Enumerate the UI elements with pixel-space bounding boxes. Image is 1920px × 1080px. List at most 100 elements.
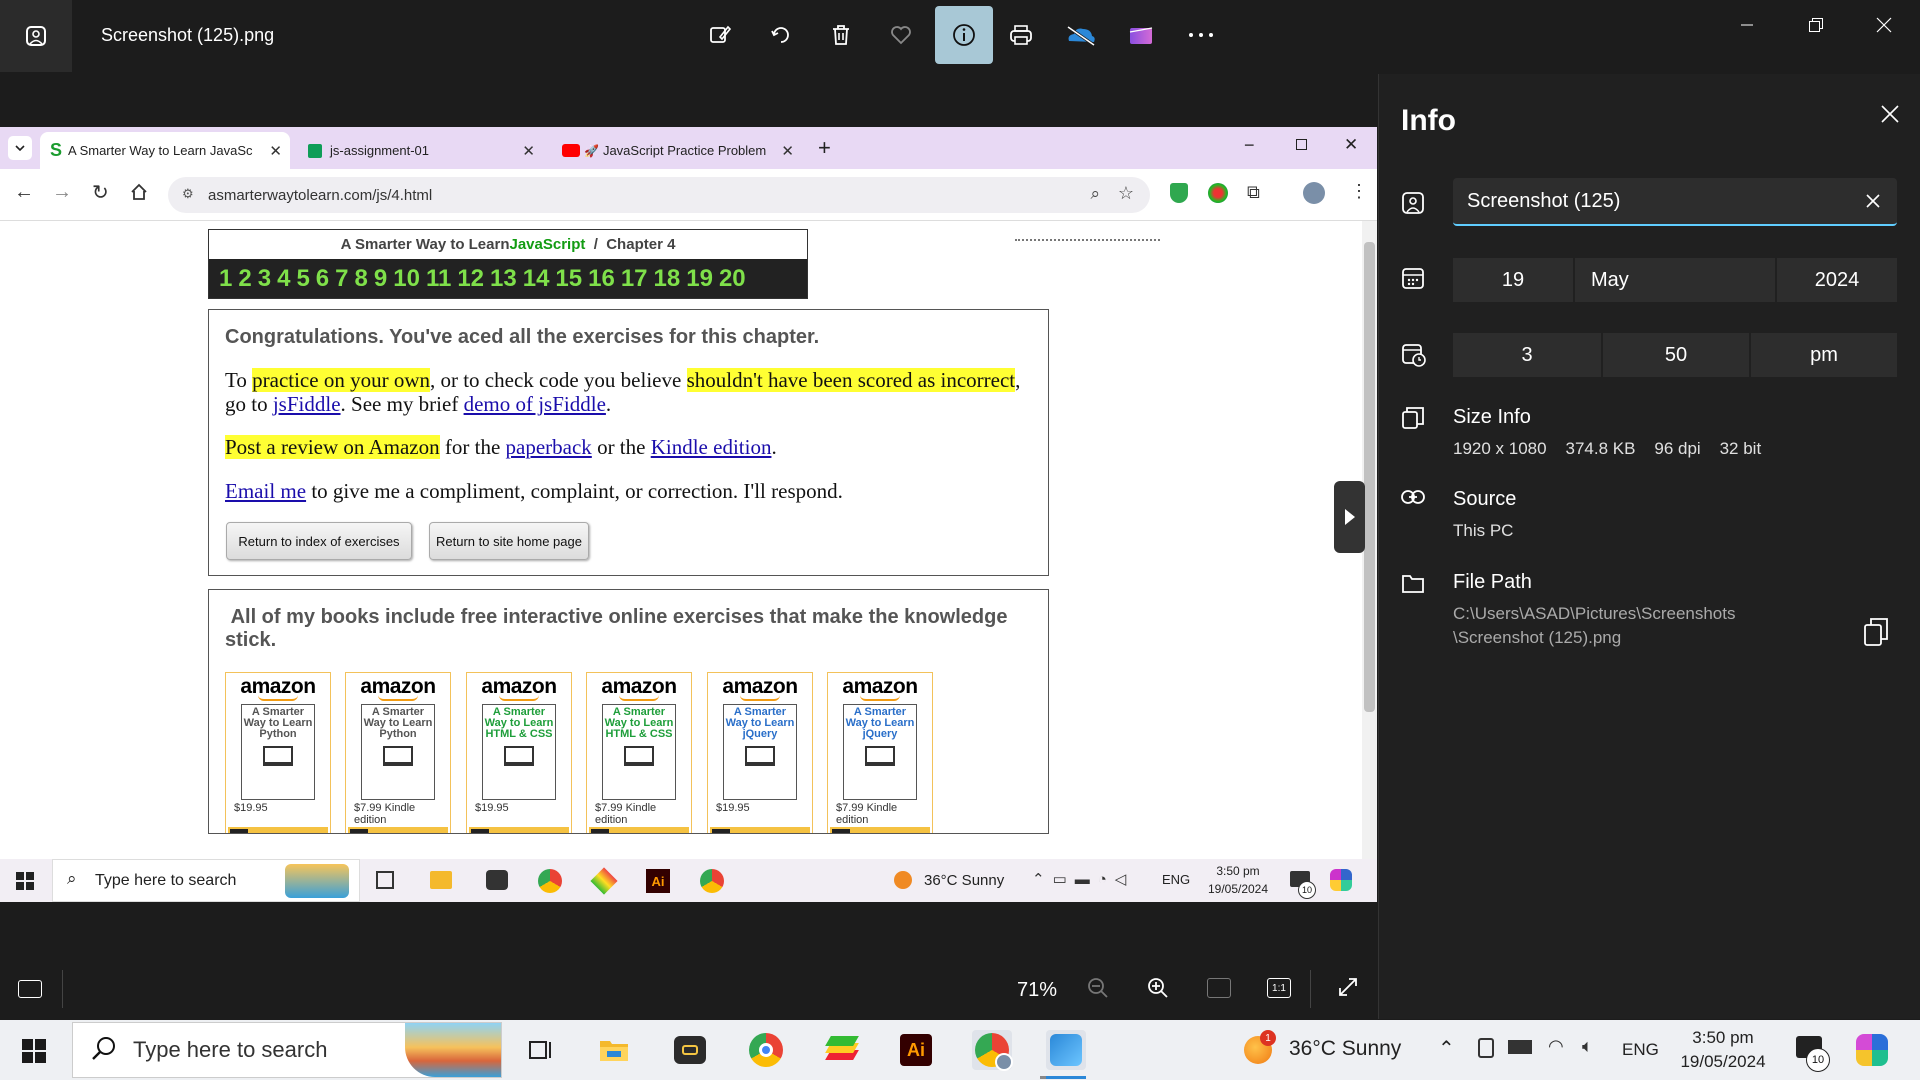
address-bar[interactable]: ⚙ asmarterwaytolearn.com/js/4.html ⌕ ☆ bbox=[168, 177, 1150, 213]
chapter-link[interactable]: 13 bbox=[490, 265, 517, 293]
jsfiddle-link[interactable]: jsFiddle bbox=[273, 392, 341, 416]
bookmark-star-icon[interactable]: ☆ bbox=[1118, 183, 1134, 204]
site-info-icon[interactable]: ⚙ bbox=[182, 186, 194, 202]
browser-minimize-button[interactable]: − bbox=[1244, 135, 1255, 156]
book-card[interactable]: amazon A Smarter Way to Learn Python $7.99… bbox=[345, 672, 451, 833]
fit-to-window-icon[interactable] bbox=[1207, 978, 1231, 998]
book-card[interactable]: amazon A Smarter Way to Learn Python $19.9… bbox=[225, 672, 331, 833]
extensions-puzzle-icon[interactable]: ⧉ bbox=[1247, 182, 1260, 203]
shop-now-button[interactable]: a Shop now bbox=[348, 827, 448, 833]
battery-icon[interactable] bbox=[1508, 1040, 1532, 1054]
start-button[interactable] bbox=[22, 1039, 46, 1068]
chapter-link[interactable]: 20 bbox=[719, 265, 746, 293]
chapter-link[interactable]: 3 bbox=[258, 265, 271, 293]
photos-app-icon[interactable] bbox=[0, 0, 72, 72]
zoom-out-button[interactable] bbox=[1086, 976, 1110, 1005]
favorite-button[interactable] bbox=[876, 10, 926, 60]
language-indicator[interactable]: ENG bbox=[1622, 1040, 1659, 1060]
back-icon[interactable]: ← bbox=[14, 181, 34, 204]
more-button[interactable] bbox=[1176, 10, 1226, 60]
close-info-button[interactable] bbox=[1880, 104, 1900, 129]
print-button[interactable] bbox=[996, 10, 1046, 60]
time-hour-picker[interactable]: 3 bbox=[1453, 333, 1601, 377]
delete-button[interactable] bbox=[816, 10, 866, 60]
book-card[interactable]: amazon A Smarter Way to Learn HTML & CSS $… bbox=[586, 672, 692, 833]
zoom-lens-icon[interactable]: ⌕ bbox=[1090, 184, 1100, 204]
meet-now-icon[interactable] bbox=[1478, 1038, 1494, 1058]
shop-now-button[interactable]: a Shop now bbox=[830, 827, 930, 833]
taskbar-clock[interactable]: 3:50 pm 19/05/2024 bbox=[1668, 1026, 1778, 1074]
adblock-extension-icon[interactable] bbox=[1170, 183, 1188, 203]
chapter-link[interactable]: 18 bbox=[654, 265, 681, 293]
copilot-icon[interactable] bbox=[1856, 1034, 1888, 1066]
zoom-in-button[interactable] bbox=[1146, 976, 1170, 1005]
tab-search-button[interactable] bbox=[8, 136, 32, 160]
volume-icon[interactable]: 🔈︎ bbox=[1582, 1036, 1593, 1057]
chapter-link[interactable]: 16 bbox=[588, 265, 615, 293]
chrome-profile-button[interactable] bbox=[972, 1030, 1013, 1071]
file-explorer-button[interactable] bbox=[594, 1030, 634, 1070]
close-tab-icon[interactable]: ✕ bbox=[522, 142, 535, 160]
book-card[interactable]: amazon A Smarter Way to Learn jQuery $19.9… bbox=[707, 672, 813, 833]
chapter-link[interactable]: 4 bbox=[277, 265, 290, 293]
chapter-link[interactable]: 10 bbox=[393, 265, 420, 293]
chapter-link[interactable]: 11 bbox=[426, 265, 451, 293]
return-home-button[interactable]: Return to site home page bbox=[429, 522, 589, 560]
browser-close-button[interactable]: ✕ bbox=[1344, 135, 1358, 155]
shop-now-button[interactable]: a Shop now bbox=[469, 827, 569, 833]
next-image-button[interactable] bbox=[1334, 481, 1365, 553]
close-window-button[interactable] bbox=[1864, 10, 1904, 40]
actual-size-icon[interactable]: 1:1 bbox=[1267, 978, 1291, 998]
chapter-link[interactable]: 14 bbox=[523, 265, 550, 293]
task-view-button[interactable] bbox=[520, 1030, 560, 1070]
extension-icon[interactable] bbox=[1208, 183, 1228, 203]
game-app-button[interactable] bbox=[670, 1030, 710, 1070]
shop-now-button[interactable]: a Shop now bbox=[589, 827, 689, 833]
date-month-picker[interactable]: May bbox=[1575, 258, 1775, 302]
chapter-link[interactable]: 15 bbox=[555, 265, 582, 293]
close-tab-icon[interactable]: ✕ bbox=[269, 142, 282, 160]
browser-restore-button[interactable] bbox=[1296, 139, 1307, 150]
kindle-link[interactable]: Kindle edition bbox=[651, 435, 772, 459]
chapter-link[interactable]: 8 bbox=[355, 265, 368, 293]
chapter-link[interactable]: 7 bbox=[335, 265, 348, 293]
chapter-link[interactable]: 6 bbox=[316, 265, 329, 293]
chapter-link[interactable]: 9 bbox=[374, 265, 387, 293]
chapter-link[interactable]: 1 bbox=[219, 265, 232, 293]
clipchamp-button[interactable] bbox=[1116, 10, 1166, 60]
chapter-link[interactable]: 19 bbox=[686, 265, 713, 293]
date-year-picker[interactable]: 2024 bbox=[1777, 258, 1897, 302]
bluestacks-button[interactable] bbox=[822, 1030, 862, 1070]
chapter-link[interactable]: 17 bbox=[621, 265, 648, 293]
restore-button[interactable] bbox=[1796, 10, 1836, 40]
chapter-link[interactable]: 12 bbox=[457, 265, 484, 293]
clear-filename-button[interactable] bbox=[1865, 192, 1881, 215]
filmstrip-icon[interactable] bbox=[18, 980, 42, 998]
photos-taskbar-button[interactable] bbox=[1046, 1030, 1086, 1070]
show-hidden-icons-button[interactable]: ⌃ bbox=[1438, 1036, 1455, 1061]
browser-menu-icon[interactable]: ⋮ bbox=[1350, 181, 1368, 202]
home-icon[interactable] bbox=[130, 183, 148, 206]
forward-icon[interactable]: → bbox=[52, 181, 72, 204]
profile-avatar[interactable] bbox=[1303, 182, 1325, 204]
illustrator-button[interactable]: Ai bbox=[896, 1030, 936, 1070]
edit-image-button[interactable] bbox=[695, 10, 745, 60]
chapter-link[interactable]: 2 bbox=[238, 265, 251, 293]
chapter-link[interactable]: 5 bbox=[296, 265, 309, 293]
shop-now-button[interactable]: a Shop now bbox=[228, 827, 328, 833]
wifi-icon[interactable]: ◠ bbox=[1548, 1036, 1564, 1057]
return-index-button[interactable]: Return to index of exercises bbox=[226, 522, 412, 560]
minimize-button[interactable] bbox=[1727, 10, 1767, 40]
browser-tab-1[interactable]: S A Smarter Way to Learn JavaSc ✕ bbox=[40, 132, 290, 169]
chrome-button[interactable] bbox=[746, 1030, 786, 1070]
paperback-link[interactable]: paperback bbox=[506, 435, 592, 459]
copy-path-button[interactable] bbox=[1863, 617, 1891, 652]
onedrive-button[interactable] bbox=[1056, 10, 1106, 60]
weather-text[interactable]: 36°C Sunny bbox=[1289, 1037, 1401, 1061]
book-card[interactable]: amazon A Smarter Way to Learn jQuery $7.99… bbox=[827, 672, 933, 833]
rotate-button[interactable] bbox=[756, 10, 806, 60]
close-tab-icon[interactable]: ✕ bbox=[781, 142, 794, 160]
date-day-picker[interactable]: 19 bbox=[1453, 258, 1573, 302]
book-card[interactable]: amazon A Smarter Way to Learn HTML & CSS $… bbox=[466, 672, 572, 833]
reload-icon[interactable]: ↻ bbox=[92, 180, 109, 205]
